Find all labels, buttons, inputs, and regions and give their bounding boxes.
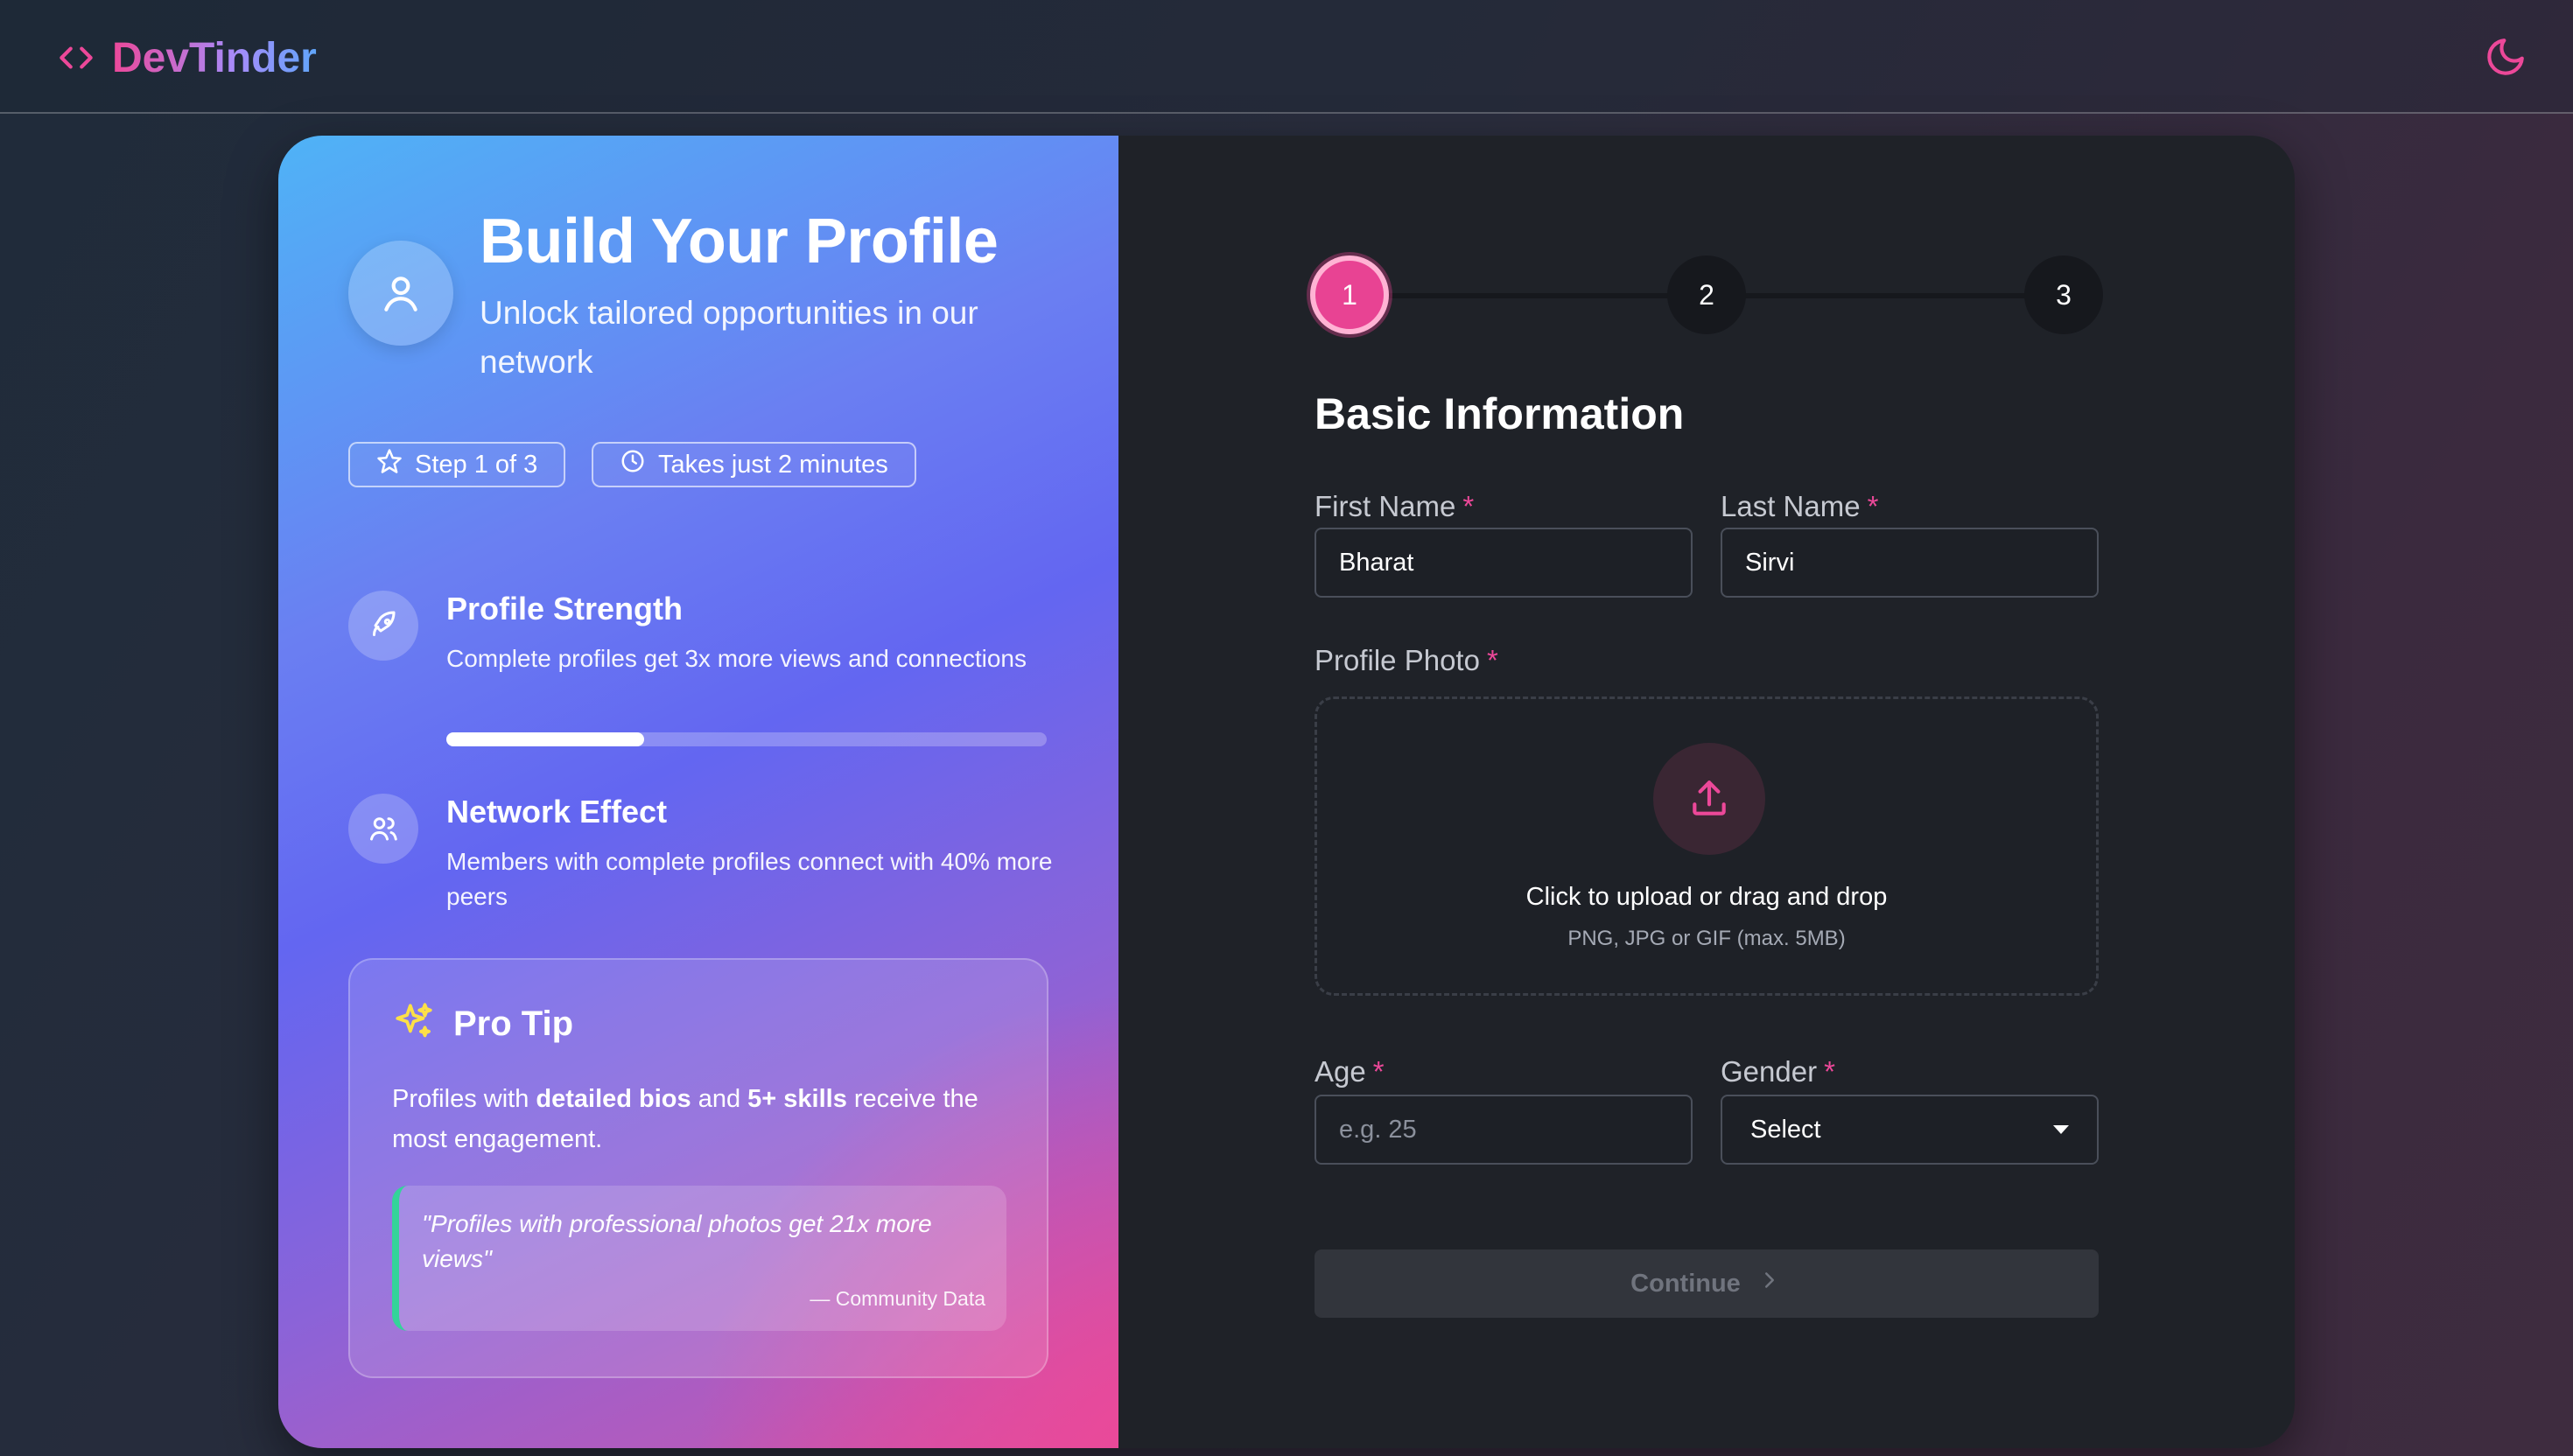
strength-title: Profile Strength — [446, 591, 684, 626]
step-3-indicator[interactable]: 3 — [2024, 256, 2103, 334]
profile-photo-label: Profile Photo * — [1315, 644, 1498, 677]
time-badge-label: Takes just 2 minutes — [658, 450, 888, 479]
age-label: Age * — [1315, 1055, 1385, 1088]
sparkles-icon — [392, 1000, 436, 1048]
continue-label: Continue — [1630, 1269, 1741, 1298]
upload-constraints: PNG, JPG or GIF (max. 5MB) — [1567, 927, 1846, 950]
required-mark: * — [1867, 490, 1879, 522]
first-name-input[interactable]: Bharat — [1315, 528, 1693, 598]
intro-panel: Build Your Profile Unlock tailored oppor… — [278, 136, 1118, 1448]
time-badge: Takes just 2 minutes — [592, 442, 916, 487]
step-1-indicator[interactable]: 1 — [1310, 256, 1389, 334]
gender-label-text: Gender — [1721, 1055, 1818, 1088]
upload-instruction: Click to upload or drag and drop — [1525, 883, 1888, 911]
gender-label: Gender * — [1721, 1055, 1835, 1088]
section-title: Basic Information — [1315, 389, 1685, 438]
first-name-label-text: First Name — [1315, 490, 1456, 522]
strength-progress-fill — [446, 732, 645, 746]
gender-selected-value: Select — [1750, 1115, 1821, 1144]
age-input[interactable]: e.g. 25 — [1315, 1095, 1693, 1165]
brand-logo[interactable]: DevTinder — [54, 32, 317, 84]
tip-text-1: Profiles with — [392, 1085, 536, 1113]
moon-icon — [2484, 35, 2527, 79]
star-icon — [376, 448, 403, 481]
theme-toggle-button[interactable] — [2484, 35, 2527, 79]
required-mark: * — [1486, 644, 1498, 676]
pro-tip-body: Profiles with detailed bios and 5+ skill… — [392, 1079, 1022, 1159]
code-brackets-icon — [54, 36, 98, 80]
quote-block: "Profiles with professional photos get 2… — [392, 1186, 1006, 1331]
step-2-indicator[interactable]: 2 — [1667, 256, 1746, 334]
network-title: Network Effect — [446, 794, 668, 830]
caret-down-icon — [2053, 1125, 2069, 1134]
tip-emphasis-skills: 5+ skills — [747, 1085, 847, 1113]
page-title: Build Your Profile — [480, 206, 999, 276]
users-icon — [348, 794, 418, 864]
tip-emphasis-bios: detailed bios — [536, 1085, 691, 1113]
step-badge-label: Step 1 of 3 — [415, 450, 538, 479]
last-name-input[interactable]: Sirvi — [1721, 528, 2099, 598]
page-subtitle: Unlock tailored opportunities in our net… — [480, 295, 978, 380]
clock-icon — [620, 448, 646, 481]
navbar: DevTinder — [0, 0, 2573, 114]
user-icon — [348, 241, 453, 346]
required-mark: * — [1462, 490, 1475, 522]
pro-tip-card: Pro Tip Profiles with detailed bios and … — [348, 958, 1048, 1378]
gender-select[interactable]: Select — [1721, 1095, 2099, 1165]
continue-button[interactable]: Continue — [1315, 1250, 2099, 1318]
required-mark: * — [1824, 1055, 1835, 1088]
brand-name: DevTinder — [112, 34, 317, 81]
step-badge: Step 1 of 3 — [348, 442, 566, 487]
quote-source: — Community Data — [810, 1287, 985, 1310]
tip-text-2: and — [691, 1085, 748, 1113]
network-desc: Members with complete profiles connect w… — [446, 848, 1053, 910]
last-name-label-text: Last Name — [1721, 490, 1861, 522]
photo-upload-dropzone[interactable]: Click to upload or drag and drop PNG, JP… — [1315, 696, 2099, 996]
quote-text: "Profiles with professional photos get 2… — [422, 1210, 932, 1272]
strength-progress-bar — [446, 732, 1047, 746]
rocket-icon — [348, 591, 418, 661]
age-label-text: Age — [1315, 1055, 1366, 1088]
upload-icon — [1653, 743, 1765, 855]
chevron-right-icon — [1756, 1267, 1783, 1300]
first-name-label: First Name * — [1315, 490, 1474, 523]
pro-tip-title: Pro Tip — [453, 1004, 574, 1043]
strength-desc: Complete profiles get 3x more views and … — [446, 645, 1027, 672]
required-mark: * — [1372, 1055, 1385, 1088]
profile-photo-label-text: Profile Photo — [1315, 644, 1480, 676]
last-name-label: Last Name * — [1721, 490, 1878, 523]
